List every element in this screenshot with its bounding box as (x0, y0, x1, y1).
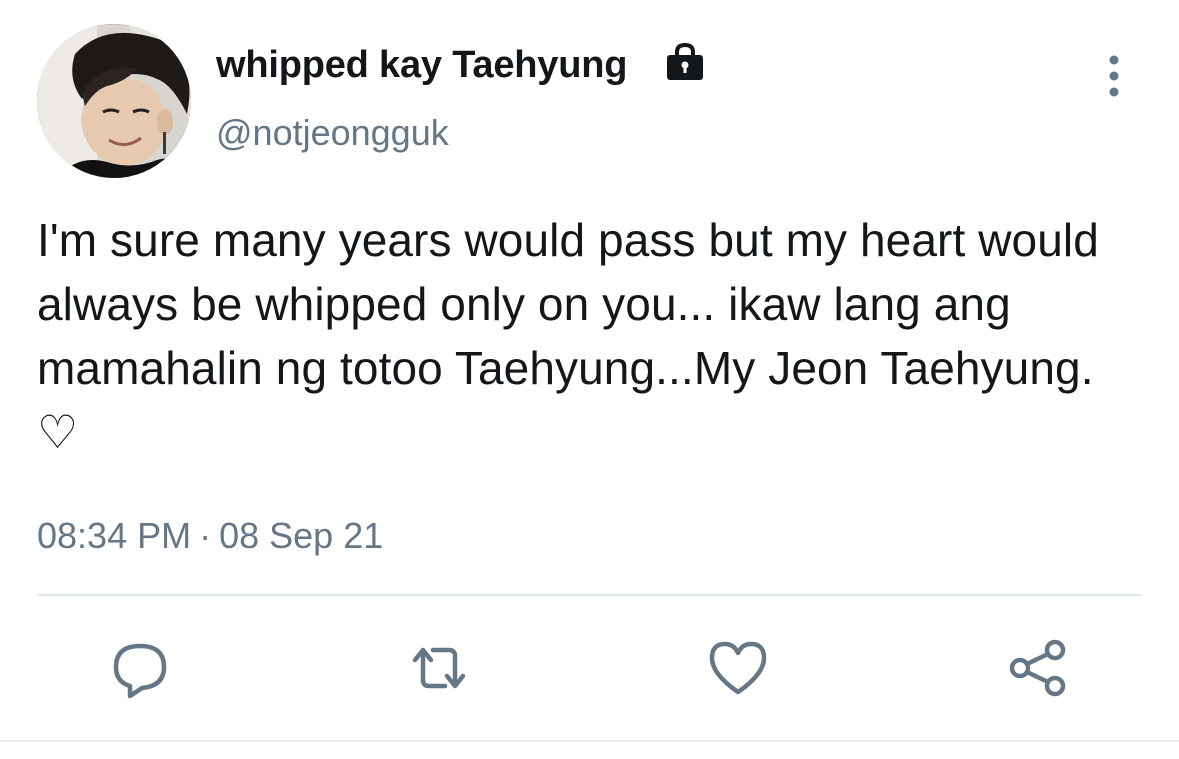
tweet-timestamp[interactable]: 08:34 PM · 08 Sep 21 (37, 515, 383, 557)
divider (37, 594, 1142, 596)
tweet-card: whipped kay Taehyung @notjeongguk I'm su… (0, 0, 1179, 759)
tweet-date: 08 Sep 21 (219, 515, 384, 556)
heart-icon (709, 641, 767, 695)
share-button[interactable] (1006, 636, 1070, 700)
share-icon (1009, 639, 1066, 697)
avatar-photo (37, 24, 191, 178)
like-button[interactable] (706, 636, 770, 700)
user-handle[interactable]: @notjeongguk (216, 112, 449, 154)
bottom-divider (0, 740, 1179, 742)
lock-icon (667, 42, 703, 80)
timestamp-separator: · (199, 515, 212, 556)
retweet-icon (412, 647, 466, 689)
tweet-time: 08:34 PM (37, 515, 192, 556)
retweet-button[interactable] (407, 636, 471, 700)
reply-icon (113, 643, 167, 699)
more-vertical-icon[interactable] (1098, 54, 1130, 98)
avatar[interactable] (37, 24, 191, 178)
display-name[interactable]: whipped kay Taehyung (216, 44, 627, 87)
tweet-text: I'm sure many years would pass but my he… (37, 214, 1099, 458)
reply-button[interactable] (108, 636, 172, 700)
